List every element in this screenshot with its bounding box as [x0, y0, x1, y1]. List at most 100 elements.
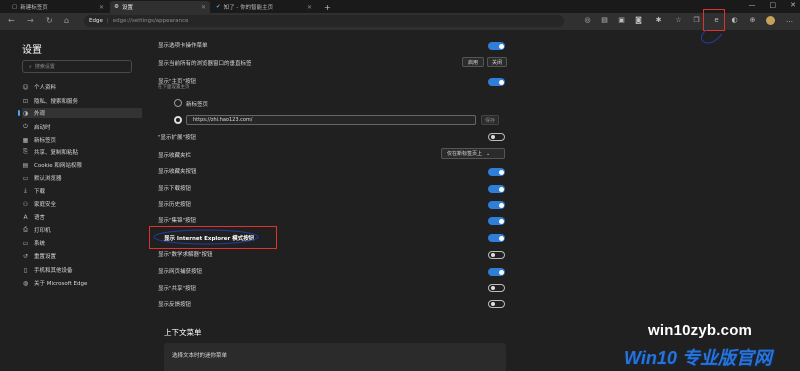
- sidebar-item-downloads[interactable]: ⤓ 下载: [22, 186, 142, 196]
- more-icon[interactable]: …: [785, 16, 794, 25]
- sidebar-item-appearance[interactable]: ◑ 外观: [18, 108, 142, 118]
- url-text: edge://settings/appearance: [112, 18, 189, 24]
- math-solver-toggle[interactable]: [488, 251, 505, 259]
- sidebar-item-privacy[interactable]: ⊡ 隐私、搜索和服务: [22, 96, 142, 106]
- minimize-button[interactable]: —: [749, 1, 756, 9]
- context-menu-card: 选择文本时的迷你菜单: [164, 343, 506, 371]
- sidebar-item-label: Cookie 和网站权限: [34, 163, 82, 169]
- share-button-row: 显示"共享"按钮: [158, 284, 508, 292]
- close-icon[interactable]: ✕: [307, 4, 312, 11]
- home-sub-row: 在下面设置主页: [158, 84, 508, 90]
- new-tab-button[interactable]: +: [320, 1, 334, 13]
- sidebar-item-newtab[interactable]: ▦ 新标签页: [22, 135, 142, 145]
- setting-label: 显示历史按钮: [158, 202, 192, 208]
- sidebar-item-system[interactable]: ▭ 系统: [22, 238, 142, 248]
- sidebar-item-label: 语言: [34, 215, 46, 221]
- tracking-icon[interactable]: ◎: [583, 16, 592, 25]
- tab-new-tab[interactable]: ▢ 新建标签页 ✕: [8, 1, 108, 13]
- collections-toggle[interactable]: [488, 217, 505, 225]
- pen-scribble: [700, 29, 723, 44]
- sidebar-item-about[interactable]: ◍ 关于 Microsoft Edge: [22, 278, 142, 288]
- setting-label: 显示网页捕获按钮: [158, 269, 203, 275]
- phone-icon: ▯: [23, 266, 28, 274]
- sidebar-item-startup[interactable]: ⏻ 启动时: [22, 122, 142, 132]
- sidebar-item-label: 关于 Microsoft Edge: [34, 281, 88, 287]
- sidebar-item-label: 手机和其他设备: [34, 268, 73, 274]
- sidebar-item-share[interactable]: ⎘ 共享、复制和粘贴: [22, 147, 142, 157]
- sidebar-item-printers[interactable]: ⎙ 打印机: [22, 225, 142, 235]
- capture-icon[interactable]: ▣: [617, 16, 626, 25]
- downloads-button-row: 显示下载按钮: [158, 184, 508, 192]
- radio-url[interactable]: [174, 116, 182, 124]
- favorites-toggle[interactable]: [488, 168, 505, 176]
- save-button[interactable]: 保存: [481, 115, 499, 125]
- family-icon: ⚇: [22, 200, 29, 208]
- search-placeholder: 搜索设置: [34, 64, 55, 70]
- close-button[interactable]: 关闭: [487, 57, 507, 67]
- save-icon[interactable]: ◙: [634, 16, 643, 25]
- sidebar-item-label: 下载: [34, 189, 46, 195]
- close-icon[interactable]: ✕: [201, 4, 206, 11]
- home-url-input[interactable]: https://zhi.hao123.com/: [186, 115, 476, 125]
- close-icon[interactable]: ✕: [99, 4, 104, 11]
- sidebar-item-label: 打印机: [34, 228, 51, 234]
- separator: |: [106, 18, 109, 24]
- setting-label: 显示下载按钮: [158, 186, 192, 192]
- sidebar-item-reset[interactable]: ↺ 重置设置: [22, 251, 142, 261]
- power-icon: ⏻: [23, 123, 28, 130]
- sidebar-item-family[interactable]: ⚇ 家庭安全: [22, 199, 142, 209]
- sidebar-item-cookies[interactable]: ▤ Cookie 和网站权限: [22, 160, 142, 170]
- sidebar-item-default-browser[interactable]: ▭ 默认浏览器: [22, 173, 142, 183]
- favorites-icon[interactable]: ☆: [674, 16, 683, 25]
- apply-button[interactable]: 启用: [462, 57, 484, 67]
- ie-mode-toggle[interactable]: [488, 234, 505, 242]
- select-value: 仅在新标签页上: [447, 151, 483, 157]
- feedback-toggle[interactable]: [488, 300, 505, 308]
- pen-ellipse: [153, 229, 259, 245]
- setting-label: "显示扩展"按钮: [158, 135, 197, 141]
- refresh-icon[interactable]: ↻: [46, 16, 53, 25]
- gear-icon: ⚙: [114, 4, 119, 10]
- sidebar-item-profiles[interactable]: ☺ 个人资料: [22, 82, 142, 92]
- forward-icon[interactable]: →: [27, 16, 34, 25]
- home-icon[interactable]: ⌂: [64, 16, 69, 25]
- setting-sublabel: 在下面设置主页: [158, 85, 190, 90]
- favorites-bar-select[interactable]: 仅在新标签页上 ⌄: [441, 148, 505, 159]
- sidebar-item-label: 共享、复制和粘贴: [34, 150, 79, 156]
- feedback-icon[interactable]: ◐: [730, 16, 739, 25]
- maximize-button[interactable]: □: [770, 1, 777, 9]
- radio-new-tab[interactable]: [174, 99, 182, 107]
- close-window-button[interactable]: ✕: [790, 1, 796, 9]
- share-toggle[interactable]: [488, 284, 505, 292]
- extensions-toggle[interactable]: [488, 133, 505, 141]
- extensions-row: "显示扩展"按钮: [158, 133, 508, 141]
- lock-icon: ⊡: [22, 97, 29, 105]
- sidebar-item-phone[interactable]: ▯ 手机和其他设备: [22, 265, 142, 275]
- tab-settings[interactable]: ⚙ 设置 ✕: [110, 1, 210, 13]
- downloads-toggle[interactable]: [488, 185, 505, 193]
- sidebar-item-languages[interactable]: A 语言: [22, 212, 142, 222]
- collections-icon[interactable]: ❐: [692, 16, 701, 25]
- collections-button-row: 显示"集锦"按钮: [158, 216, 508, 224]
- extensions-icon[interactable]: ✱: [654, 16, 663, 25]
- person-icon: ☺: [22, 83, 29, 91]
- setting-label: 显示选项卡操作菜单: [158, 43, 208, 49]
- setting-label: 显示"数学求解器"按钮: [158, 252, 213, 258]
- sidebar-item-label: 系统: [34, 241, 46, 247]
- tab-actions-row: 显示选项卡操作菜单: [158, 41, 508, 49]
- sidebar: 设置 ⌕ 搜索设置 ☺ 个人资料 ⊡ 隐私、搜索和服务 ◑ 外观 ⏻ 启动时 ▦ 新标签页…: [0, 30, 150, 371]
- search-input[interactable]: ⌕ 搜索设置: [22, 60, 132, 73]
- avatar[interactable]: [766, 16, 775, 25]
- web-capture-toggle[interactable]: [488, 268, 505, 276]
- add-icon[interactable]: ⊕: [748, 16, 757, 25]
- edge-badge: Edge: [89, 18, 103, 24]
- home-button-toggle[interactable]: [488, 78, 505, 86]
- reading-icon[interactable]: ▤: [600, 16, 609, 25]
- tab-zhile[interactable]: ✔ 知了 - 你的智能主页 ✕: [212, 1, 316, 13]
- watermark-logo: Win10 专业版官网: [624, 348, 772, 368]
- history-toggle[interactable]: [488, 201, 505, 209]
- back-icon[interactable]: ←: [8, 16, 15, 25]
- address-bar[interactable]: Edge | edge://settings/appearance: [84, 15, 564, 27]
- browser-icon: ▭: [22, 174, 29, 182]
- tab-actions-toggle[interactable]: [488, 42, 505, 50]
